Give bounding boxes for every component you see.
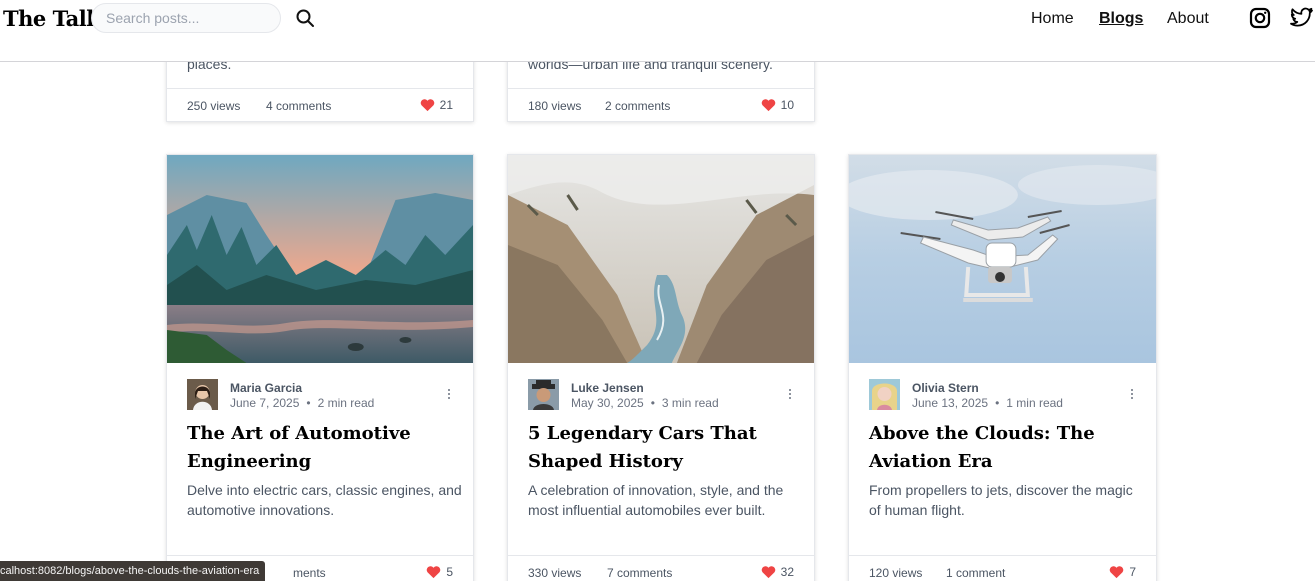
comments-count[interactable]: 4 comments [266, 99, 331, 113]
search-input[interactable] [91, 3, 281, 33]
read-time: 3 min read [661, 396, 719, 410]
heart-icon [427, 566, 441, 579]
like-button[interactable]: 32 [761, 565, 794, 579]
author-avatar[interactable] [187, 379, 218, 410]
post-title[interactable]: 5 Legendary Cars That Shaped History [528, 420, 798, 476]
comments-count[interactable]: 2 comments [605, 99, 670, 113]
nav-home[interactable]: Home [1031, 10, 1074, 28]
heart-icon [761, 566, 775, 579]
post-card[interactable]: Luke Jensen May 30, 2025 • 3 min read 5 Le… [507, 154, 815, 581]
more-options-icon[interactable] [788, 389, 792, 403]
separator-dot: • [650, 396, 655, 410]
post-excerpt: From propellers to jets, discover the ma… [869, 482, 1133, 518]
more-options-icon[interactable] [447, 389, 451, 403]
post-image[interactable] [167, 155, 473, 363]
post-title[interactable]: The Art of Automotive Engineering [187, 420, 457, 476]
views-count: 180 views [528, 99, 582, 113]
more-options-icon[interactable] [1130, 389, 1134, 403]
comments-count[interactable]: ments [293, 566, 326, 580]
post-meta: June 13, 2025 • 1 min read [912, 396, 1063, 410]
card-footer: 180 views 2 comments 10 [508, 88, 814, 121]
comments-count[interactable]: 7 comments [607, 566, 672, 580]
comments-count[interactable]: 1 comment [946, 566, 1005, 580]
read-time: 2 min read [317, 396, 375, 410]
twitter-icon[interactable] [1290, 7, 1314, 29]
link-status-bar: calhost:8082/blogs/above-the-clouds-the-… [0, 561, 266, 581]
like-button[interactable]: 5 [426, 565, 453, 579]
nav-blogs[interactable]: Blogs [1099, 10, 1143, 28]
post-title[interactable]: Above the Clouds: The Aviation Era [869, 420, 1139, 476]
post-date: June 13, 2025 [912, 396, 989, 410]
separator-dot: • [306, 396, 311, 410]
read-time: 1 min read [1006, 396, 1063, 410]
card-footer: 330 views 7 comments 32 [508, 555, 814, 581]
like-button[interactable]: 7 [1109, 565, 1136, 579]
site-header: The Talk Home Blogs About [0, 0, 1315, 62]
site-logo[interactable]: The Talk [3, 6, 101, 31]
instagram-icon[interactable] [1249, 7, 1271, 29]
heart-icon [761, 99, 775, 112]
post-date: June 7, 2025 [230, 396, 300, 410]
views-count: 120 views [869, 566, 923, 580]
post-image[interactable] [508, 155, 814, 363]
author-name[interactable]: Luke Jensen [571, 381, 644, 395]
views-count: 330 views [528, 566, 582, 580]
post-date: May 30, 2025 [571, 396, 644, 410]
post-excerpt: Delve into electric cars, classic engine… [187, 482, 462, 518]
post-meta: June 7, 2025 • 2 min read [230, 396, 374, 410]
likes-count: 21 [439, 98, 453, 112]
post-excerpt: A celebration of innovation, style, and … [528, 482, 784, 518]
like-button[interactable]: 10 [761, 98, 794, 112]
post-image[interactable] [849, 155, 1156, 363]
likes-count: 10 [780, 98, 794, 112]
separator-dot: • [995, 396, 1000, 410]
card-footer: 120 views 1 comment 7 [849, 555, 1156, 581]
likes-count: 5 [446, 565, 453, 579]
like-button[interactable]: 21 [420, 98, 453, 112]
likes-count: 32 [780, 565, 794, 579]
heart-icon [420, 99, 434, 112]
author-name[interactable]: Olivia Stern [912, 381, 979, 395]
author-name[interactable]: Maria Garcia [230, 381, 302, 395]
search-icon[interactable] [295, 8, 315, 28]
nav-about[interactable]: About [1167, 10, 1209, 28]
heart-icon [1110, 566, 1124, 579]
post-card[interactable]: Maria Garcia June 7, 2025 • 2 min read The… [166, 154, 474, 581]
post-card[interactable]: Olivia Stern June 13, 2025 • 1 min read Ab… [848, 154, 1157, 581]
author-avatar[interactable] [528, 379, 559, 410]
card-footer: 250 views 4 comments 21 [167, 88, 473, 121]
author-avatar[interactable] [869, 379, 900, 410]
views-count: 250 views [187, 99, 241, 113]
post-meta: May 30, 2025 • 3 min read [571, 396, 719, 410]
likes-count: 7 [1129, 565, 1136, 579]
